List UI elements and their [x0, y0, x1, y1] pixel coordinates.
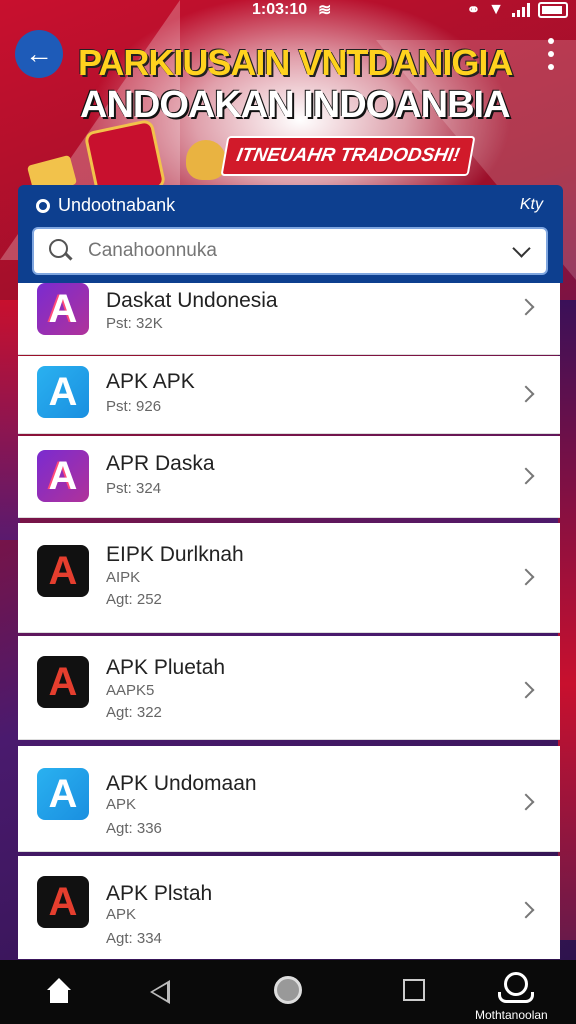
side-decoration-left	[0, 300, 20, 540]
navigation-bar: Mothtanoolan	[0, 960, 576, 1024]
back-button[interactable]: ←	[15, 30, 63, 78]
panel-header: Undootnabank Kty	[18, 185, 563, 283]
app-stat: Agt: 322	[106, 704, 162, 721]
panel-right-label[interactable]: Kty	[520, 196, 543, 214]
recents-icon[interactable]	[403, 979, 425, 1001]
app-icon-glyph: A	[48, 453, 78, 498]
search-box[interactable]	[32, 227, 548, 275]
list-item[interactable]: A APK APK Pst: 926	[18, 356, 560, 434]
app-stat: Agt: 252	[106, 591, 162, 608]
app-list: A Daskat Undonesia Pst: 32K A APK APK Pst: 92…	[18, 283, 560, 959]
list-item[interactable]: A Daskat Undonesia Pst: 32K	[18, 283, 560, 355]
chevron-right-icon[interactable]	[520, 386, 536, 402]
side-decoration-right	[558, 300, 576, 940]
signal-icon	[512, 3, 530, 17]
app-icon-glyph: A	[48, 771, 78, 816]
app-subtitle: APK	[106, 796, 137, 813]
app-icon: A	[37, 545, 89, 597]
link-icon: ⚭	[466, 2, 481, 19]
app-icon-glyph: A	[48, 659, 78, 704]
app-subtitle: AAPK5	[106, 682, 155, 699]
promo-tag[interactable]: ITNEUAHR TRADODSHI!	[220, 136, 476, 176]
list-item[interactable]: A EIPK Durlknah AIPK Agt: 252	[18, 523, 560, 633]
home-circle-icon[interactable]	[274, 976, 302, 1004]
app-icon: A	[37, 768, 89, 820]
headline-line1: PARKIUSAIN VNTDANIGIA	[78, 42, 513, 83]
list-item[interactable]: A APK Undomaan APK Agt: 336	[18, 746, 560, 852]
app-subtitle: APK	[106, 906, 137, 923]
panel-title: Undootnabank	[36, 195, 175, 216]
status-icons: ⚭ ▼	[467, 0, 568, 20]
app-subtitle: Pst: 32K	[106, 315, 163, 332]
headline-line2: ANDOAKAN INDOANBIA	[80, 84, 511, 126]
app-icon: A	[37, 283, 89, 335]
chevron-right-icon[interactable]	[520, 682, 536, 698]
status-time: 1:03:10	[252, 1, 308, 18]
list-item[interactable]: A APK Plstah APK Agt: 334	[18, 856, 560, 959]
chevron-right-icon[interactable]	[520, 569, 536, 585]
chevron-right-icon[interactable]	[520, 468, 536, 484]
garuda-decoration	[186, 140, 226, 180]
back-nav-icon-inner	[153, 984, 167, 1000]
app-title: APR Daska	[106, 452, 215, 475]
wifi-icon: ≋	[318, 2, 332, 19]
app-title: APK Pluetah	[106, 656, 226, 679]
arrow-left-icon: ←	[25, 38, 53, 69]
radio-icon	[36, 198, 50, 213]
app-subtitle: Pst: 324	[106, 480, 162, 497]
app-icon-glyph: A	[48, 369, 78, 414]
promo-tag-label: ITNEUAHR TRADODSHI!	[234, 145, 462, 166]
app-icon-glyph: A	[48, 548, 78, 593]
battery-icon	[538, 2, 568, 18]
more-options-button[interactable]	[546, 38, 556, 70]
chevron-right-icon[interactable]	[520, 299, 536, 315]
app-icon: A	[37, 656, 89, 708]
app-stat: Agt: 336	[106, 820, 162, 837]
profile-icon[interactable]	[498, 972, 534, 1003]
app-title: Daskat Undonesia	[106, 289, 278, 312]
app-subtitle: Pst: 926	[106, 398, 162, 415]
app-title: APK Undomaan	[106, 772, 257, 795]
app-title: EIPK Durlknah	[106, 543, 244, 566]
profile-label: Mothtanoolan	[475, 1008, 548, 1022]
app-icon-glyph: A	[48, 286, 78, 331]
chevron-right-icon[interactable]	[520, 794, 536, 810]
panel-title-label: Undootnabank	[58, 195, 176, 215]
app-title: APK APK	[106, 370, 195, 393]
list-item[interactable]: A APR Daska Pst: 324	[18, 436, 560, 518]
app-icon: A	[37, 876, 89, 928]
app-title: APK Plstah	[106, 882, 213, 905]
app-stat: Agt: 334	[106, 930, 162, 947]
app-subtitle: AIPK	[106, 569, 141, 586]
chevron-right-icon[interactable]	[520, 902, 536, 918]
wifi-icon: ▼	[488, 1, 504, 18]
search-input[interactable]	[88, 240, 488, 262]
app-icon: A	[37, 450, 89, 502]
app-icon-glyph: A	[48, 879, 78, 924]
home-icon[interactable]	[45, 978, 73, 1004]
search-icon	[46, 236, 76, 266]
chevron-down-icon[interactable]	[512, 240, 532, 260]
list-item[interactable]: A APK Pluetah AAPK5 Agt: 322	[18, 636, 560, 740]
app-icon: A	[37, 366, 89, 418]
status-bar: 1:03:10 ≋ ⚭ ▼	[0, 0, 576, 22]
